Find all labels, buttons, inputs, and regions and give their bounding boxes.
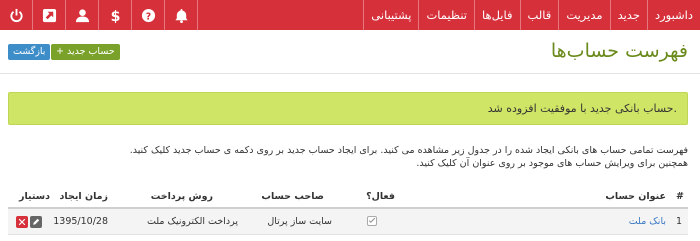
top-navbar: داشبورد جدید مدیریت قالب فایل‌ها تنظیمات…: [0, 0, 700, 30]
row-index: 1: [675, 216, 682, 227]
header-active: فعال؟: [366, 191, 395, 202]
description-line-2: همچنین برای ویرایش حساب های موجود بر روی…: [416, 158, 688, 169]
menu-item-settings[interactable]: تنظیمات: [418, 0, 474, 30]
menu-item-management[interactable]: مدیریت: [558, 0, 609, 30]
bell-icon[interactable]: [165, 0, 198, 30]
delete-button[interactable]: [16, 216, 28, 228]
success-alert: حساب بانکی جدید با موفقیت افزوده شد.: [8, 92, 688, 125]
svg-text:?: ?: [145, 11, 150, 22]
header-index: #: [676, 191, 684, 202]
header-method: روش پرداخت: [150, 191, 213, 202]
svg-text:$: $: [110, 9, 120, 23]
accounts-table: # عنوان حساب فعال؟ صاحب حساب روش پرداخت …: [8, 185, 688, 235]
back-button[interactable]: بازگشت: [8, 44, 51, 60]
row-owner: سایت ساز پرتال: [267, 216, 332, 227]
row-method: پرداخت الکترونیک ملت: [146, 216, 238, 227]
active-checkbox[interactable]: [367, 216, 377, 226]
table-header: # عنوان حساب فعال؟ صاحب حساب روش پرداخت …: [8, 185, 688, 209]
power-icon[interactable]: [0, 0, 33, 30]
table-row: 1 بانک ملت سایت ساز پرتال پرداخت الکترون…: [8, 209, 688, 235]
nav-icon-bar: $ ?: [0, 0, 198, 30]
menu-item-support[interactable]: پشتیبانی: [363, 0, 418, 30]
edit-button[interactable]: [30, 216, 42, 228]
description-line-1: فهرست تمامی حساب های بانکی ایجاد شده را …: [129, 145, 688, 156]
check-icon: [368, 217, 376, 223]
account-title-link[interactable]: بانک ملت: [629, 216, 666, 227]
alert-message: حساب بانکی جدید با موفقیت افزوده شد.: [487, 102, 677, 115]
pencil-icon: [33, 218, 40, 225]
menu-item-template[interactable]: قالب: [519, 0, 559, 30]
close-icon: [18, 218, 26, 226]
external-link-icon[interactable]: [33, 0, 66, 30]
header-owner: صاحب حساب: [261, 191, 324, 202]
header-title: عنوان حساب: [605, 191, 666, 202]
page-title: فهرست حساب‌ها: [550, 40, 688, 62]
header-tools: دستیار: [18, 191, 50, 202]
dollar-icon[interactable]: $: [99, 0, 132, 30]
help-icon[interactable]: ?: [132, 0, 165, 30]
add-account-button[interactable]: + حساب جدید: [51, 44, 120, 60]
user-icon[interactable]: [66, 0, 99, 30]
menu-item-dashboard[interactable]: داشبورد: [646, 0, 700, 30]
header-divider: [0, 73, 700, 74]
menu-item-files[interactable]: فایل‌ها: [474, 0, 519, 30]
main-menu: داشبورد جدید مدیریت قالب فایل‌ها تنظیمات…: [363, 0, 700, 30]
row-created: 1395/10/28: [53, 216, 108, 227]
header-created: زمان ایجاد: [59, 191, 108, 202]
menu-item-new[interactable]: جدید: [609, 0, 647, 30]
